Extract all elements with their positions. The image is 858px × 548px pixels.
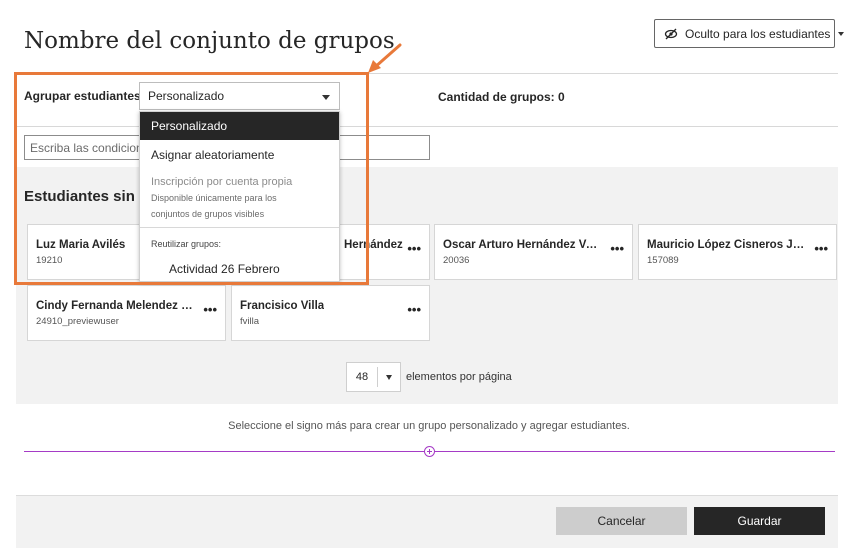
visibility-label: Oculto para los estudiantes bbox=[685, 26, 831, 41]
student-card[interactable]: Cindy Fernanda Melendez Ruí... 24910_pre… bbox=[27, 285, 226, 341]
student-id: 20036 bbox=[443, 255, 470, 266]
more-options-icon[interactable]: ••• bbox=[407, 241, 421, 256]
highlight-box bbox=[14, 72, 369, 285]
page-size-select[interactable]: 48 bbox=[346, 362, 401, 392]
student-name: Oscar Arturo Hernández Vazq... bbox=[443, 239, 603, 251]
more-options-icon[interactable]: ••• bbox=[610, 241, 624, 256]
student-id: 24910_previewuser bbox=[36, 316, 119, 327]
visibility-button[interactable]: Oculto para los estudiantes bbox=[654, 19, 845, 48]
chevron-down-icon bbox=[838, 31, 845, 36]
create-group-hint: Seleccione el signo más para crear un gr… bbox=[228, 420, 630, 432]
page-size-label: elementos por página bbox=[406, 371, 512, 383]
add-group-plus-icon[interactable] bbox=[424, 446, 435, 457]
page-title: Nombre del conjunto de grupos bbox=[24, 28, 395, 54]
highlight-arrow-icon bbox=[368, 43, 402, 73]
eye-slash-icon bbox=[664, 28, 678, 39]
page-size-value: 48 bbox=[355, 371, 369, 383]
more-options-icon[interactable]: ••• bbox=[814, 241, 828, 256]
student-card[interactable]: Oscar Arturo Hernández Vazq... 20036 ••• bbox=[434, 224, 633, 280]
student-name: Cindy Fernanda Melendez Ruí... bbox=[36, 300, 196, 312]
student-card[interactable]: Mauricio López Cisneros Jimé... 157089 •… bbox=[638, 224, 837, 280]
save-button[interactable]: Guardar bbox=[694, 507, 825, 535]
student-id: fvilla bbox=[240, 316, 260, 327]
select-divider bbox=[377, 367, 378, 387]
student-name: Mauricio López Cisneros Jimé... bbox=[647, 239, 807, 251]
cancel-button[interactable]: Cancelar bbox=[556, 507, 687, 535]
chevron-down-icon bbox=[386, 374, 392, 380]
more-options-icon[interactable]: ••• bbox=[407, 302, 421, 317]
student-id: 157089 bbox=[647, 255, 679, 266]
student-name: Francisico Villa bbox=[240, 300, 325, 312]
group-count: Cantidad de grupos: 0 bbox=[438, 90, 565, 104]
student-card[interactable]: Francisico Villa fvilla ••• bbox=[231, 285, 430, 341]
more-options-icon[interactable]: ••• bbox=[203, 302, 217, 317]
